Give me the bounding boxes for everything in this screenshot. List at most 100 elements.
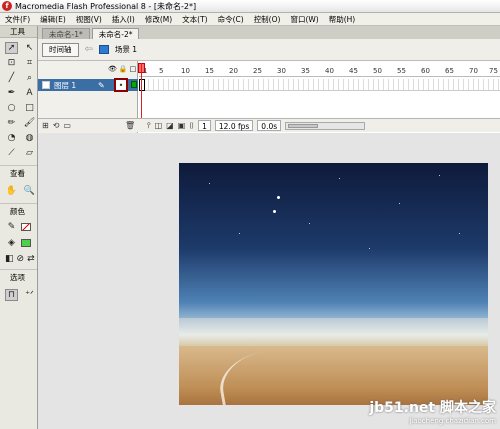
timeline-toggle-button[interactable]: 时间轴 — [42, 42, 79, 57]
ruler-tick: 75 — [489, 67, 498, 75]
brush-tool-icon[interactable]: 🖌 — [23, 117, 36, 129]
smooth-icon[interactable]: ⁺ᐟ — [23, 289, 36, 301]
menu-file[interactable]: 文件(F) — [0, 14, 35, 25]
frame-rate-field[interactable]: 12.0 fps — [214, 120, 254, 131]
eyedropper-tool-icon[interactable]: ⟋ — [5, 147, 18, 159]
eraser-tool-icon[interactable]: ▱ — [23, 147, 36, 159]
add-motion-guide-icon[interactable]: ⟲ — [53, 121, 60, 130]
keyframe[interactable] — [139, 79, 145, 91]
view-section-label: 查看 — [0, 165, 37, 181]
color-options-row: ◧ ⊘ ⇄ — [0, 251, 37, 267]
swap-colors-icon[interactable]: ⇄ — [27, 253, 35, 265]
tab-untitled-2[interactable]: 未命名-2* — [91, 28, 140, 39]
star — [239, 233, 240, 234]
menu-insert[interactable]: 插入(I) — [107, 14, 140, 25]
layer-row[interactable]: 图层 1 ✎ • — [38, 78, 138, 92]
watermark: jb51.net 脚本之家 jiaocheng.chazidian.com — [369, 397, 496, 425]
menu-commands[interactable]: 命令(C) — [213, 14, 249, 25]
pencil-tool-icon[interactable]: ✏ — [5, 117, 18, 129]
watermark-line-1: jb51.net 脚本之家 — [369, 400, 496, 416]
insert-layer-icon[interactable]: ⊞ — [42, 121, 49, 130]
stroke-color-swatch[interactable] — [21, 223, 31, 231]
stage-area[interactable]: jb51.net 脚本之家 jiaocheng.chazidian.com — [38, 133, 500, 429]
ruler-tick: 60 — [421, 67, 430, 75]
zoom-tool-icon[interactable]: 🔍 — [23, 185, 36, 197]
ruler-tick: 20 — [229, 67, 238, 75]
timeline-scroll-thumb[interactable] — [288, 123, 319, 128]
option-tools: ⊓ ⁺ᐟ — [0, 285, 37, 305]
frame-track[interactable] — [139, 79, 500, 91]
menu-text[interactable]: 文本(T) — [177, 14, 212, 25]
ruler-tick: 5 — [159, 67, 164, 75]
hand-tool-icon[interactable]: ✋ — [5, 185, 18, 197]
star — [439, 175, 440, 176]
night-sky — [179, 163, 488, 318]
black-white-icon[interactable]: ◧ — [5, 253, 14, 265]
ink-bottle-tool-icon[interactable]: ◔ — [5, 132, 18, 144]
center-frame-icon[interactable]: ⫯ — [147, 121, 150, 131]
menu-modify[interactable]: 修改(M) — [140, 14, 177, 25]
edit-multiple-frames-icon[interactable]: ▣ — [178, 121, 186, 130]
scene-label[interactable]: 场景 1 — [115, 44, 137, 55]
delete-layer-icon[interactable]: 🗑 — [125, 121, 135, 130]
selection-tool-icon[interactable]: ➚ — [5, 42, 18, 54]
fill-color-row: ◈ — [0, 235, 37, 251]
layer-name: 图层 1 — [54, 80, 77, 90]
lock-icon[interactable]: 🔒 — [119, 65, 128, 73]
pen-tool-icon[interactable]: ✒ — [5, 87, 18, 99]
timeline-statusbar: ⊞ ⟲ ▭ 🗑 ⫯ ◫ ◪ ▣ ⌷ 1 12.0 fps 0.0s — [38, 118, 500, 132]
tool-grid: ➚ ↖ ⊡ ⌗ ╱ ⌕ ✒ A ○ □ ✏ 🖌 ◔ ◍ ⟋ ▱ — [0, 38, 37, 163]
stroke-pencil-icon: ✎ — [7, 222, 16, 232]
ruler-tick: 70 — [469, 67, 478, 75]
star — [339, 178, 340, 179]
insert-folder-icon[interactable]: ▭ — [63, 121, 71, 130]
timeline-panel: 👁 🔒 □ 图层 1 ✎ • 1 5 10 15 20 25 30 35 40 … — [38, 61, 500, 133]
lasso-tool-icon[interactable]: ⌕ — [23, 72, 36, 84]
back-arrow-icon[interactable]: ⇦ — [85, 44, 93, 55]
no-color-icon[interactable]: ⊘ — [17, 253, 25, 265]
modify-onion-markers-icon[interactable]: ⌷ — [189, 121, 194, 131]
line-tool-icon[interactable]: ╱ — [5, 72, 18, 84]
layer-outline-color-icon[interactable] — [131, 81, 137, 88]
paint-bucket-tool-icon[interactable]: ◍ — [23, 132, 36, 144]
frame-ruler[interactable]: 1 5 10 15 20 25 30 35 40 45 50 55 60 65 … — [139, 63, 500, 77]
watermark-line-2: jiaocheng.chazidian.com — [409, 417, 496, 425]
options-section-label: 选项 — [0, 269, 37, 285]
oval-tool-icon[interactable]: ○ — [5, 102, 18, 114]
layer-page-icon — [42, 81, 50, 89]
ruler-tick: 35 — [301, 67, 310, 75]
ruler-tick: 55 — [397, 67, 406, 75]
snap-magnet-icon[interactable]: ⊓ — [5, 289, 18, 301]
star — [459, 233, 460, 234]
menu-bar: 文件(F) 编辑(E) 视图(V) 插入(I) 修改(M) 文本(T) 命令(C… — [0, 13, 500, 26]
scene-icon — [98, 45, 109, 54]
menu-window[interactable]: 窗口(W) — [285, 14, 323, 25]
menu-edit[interactable]: 编辑(E) — [35, 14, 71, 25]
layer-visibility-dot-icon[interactable]: • — [114, 78, 128, 92]
outline-icon[interactable]: □ — [130, 65, 137, 73]
text-tool-icon[interactable]: A — [23, 87, 36, 99]
free-transform-tool-icon[interactable]: ⊡ — [5, 57, 18, 69]
show-hide-eye-icon[interactable]: 👁 — [108, 65, 117, 73]
ruler-tick: 65 — [445, 67, 454, 75]
edit-bar: 时间轴 ⇦ 场景 1 — [38, 39, 500, 61]
menu-help[interactable]: 帮助(H) — [324, 14, 361, 25]
timeline-scrollbar[interactable] — [285, 121, 366, 130]
tools-header: 工具 — [0, 26, 37, 38]
ruler-tick: 25 — [253, 67, 262, 75]
onion-skin-outlines-icon[interactable]: ◪ — [166, 121, 174, 130]
subselection-tool-icon[interactable]: ↖ — [23, 42, 36, 54]
onion-skin-icon[interactable]: ◫ — [155, 121, 163, 130]
tab-untitled-1[interactable]: 未命名-1* — [42, 28, 90, 39]
menu-control[interactable]: 控制(O) — [249, 14, 286, 25]
fill-color-swatch[interactable] — [21, 239, 31, 247]
menu-view[interactable]: 视图(V) — [71, 14, 107, 25]
layer-header-icons: 👁 🔒 □ — [108, 65, 136, 73]
beach-night-image[interactable] — [179, 163, 488, 405]
star — [277, 196, 280, 199]
fill-transform-tool-icon[interactable]: ⌗ — [23, 57, 36, 69]
rectangle-tool-icon[interactable]: □ — [23, 102, 36, 114]
ruler-tick: 10 — [181, 67, 190, 75]
star — [273, 210, 276, 213]
ruler-tick: 30 — [277, 67, 286, 75]
